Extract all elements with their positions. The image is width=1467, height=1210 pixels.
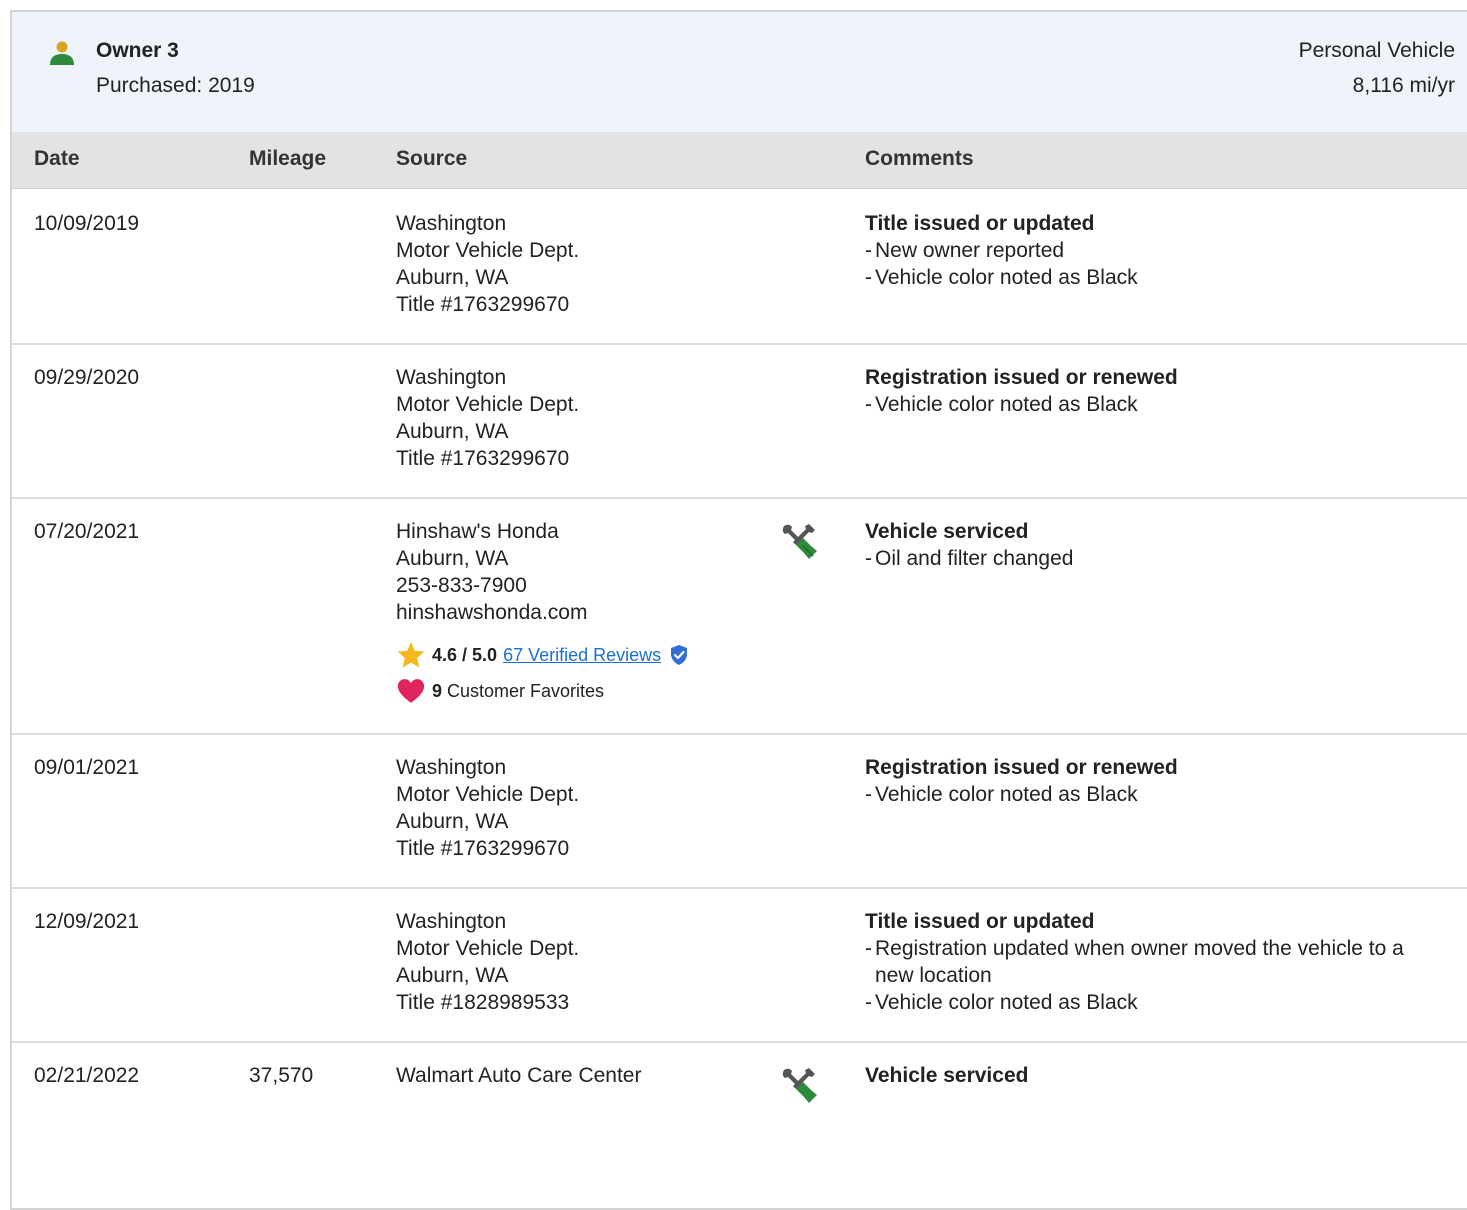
comment-title: Vehicle serviced xyxy=(865,520,1029,543)
table-row: 09/01/2021 Washington Motor Vehicle Dept… xyxy=(12,733,1467,889)
heart-icon xyxy=(397,679,425,703)
comment-item: - New owner reported xyxy=(865,239,1065,262)
comment-title: Vehicle serviced xyxy=(865,1064,1029,1087)
comment-title: Title issued or updated xyxy=(865,212,1095,235)
source-line: Title #1763299670 xyxy=(396,293,570,316)
owner-usage-type: Personal Vehicle xyxy=(1298,39,1455,62)
source-line: Title #1828989533 xyxy=(396,991,570,1014)
record-date: 12/09/2021 xyxy=(34,910,140,933)
record-comments: Title issued or updated - Registration up… xyxy=(865,908,1445,1016)
comment-item: - Vehicle color noted as Black xyxy=(865,991,1138,1014)
record-comments: Vehicle serviced xyxy=(865,1062,1465,1089)
source-line: Motor Vehicle Dept. xyxy=(396,239,580,262)
source-line: Washington xyxy=(396,756,507,779)
source-line: Motor Vehicle Dept. xyxy=(396,937,580,960)
verified-reviews-link[interactable]: 67 Verified Reviews xyxy=(503,642,661,669)
comment-title: Registration issued or renewed xyxy=(865,756,1178,779)
table-row: 10/09/2019 Washington Motor Vehicle Dept… xyxy=(12,189,1467,345)
source-line: Auburn, WA xyxy=(396,964,509,987)
record-source: Walmart Auto Care Center xyxy=(396,1062,756,1089)
source-line: Auburn, WA xyxy=(396,547,509,570)
record-source: Washington Motor Vehicle Dept. Auburn, W… xyxy=(396,908,756,1016)
column-header-mileage: Mileage xyxy=(249,147,327,170)
comment-item: - Registration updated when owner moved t… xyxy=(865,937,1404,987)
table-row: 09/29/2020 Washington Motor Vehicle Dept… xyxy=(12,343,1467,499)
record-comments: Title issued or updated - New owner repor… xyxy=(865,210,1465,291)
table-row: 02/21/2022 37,570 Walmart Auto Care Cent… xyxy=(12,1041,1467,1195)
comment-item: - Oil and filter changed xyxy=(865,547,1074,570)
source-line: 253-833-7900 xyxy=(396,574,527,597)
customer-favorites: 9 Customer Favorites xyxy=(396,676,756,706)
record-source: Hinshaw's Honda Auburn, WA 253-833-7900 … xyxy=(396,518,756,706)
source-line: Washington xyxy=(396,910,507,933)
comment-item: - Vehicle color noted as Black xyxy=(865,266,1138,289)
source-line: Auburn, WA xyxy=(396,420,509,443)
dealer-rating: 4.6 / 5.0 67 Verified Reviews xyxy=(396,640,756,670)
comment-item: - Vehicle color noted as Black xyxy=(865,393,1138,416)
source-line: Washington xyxy=(396,366,507,389)
star-icon xyxy=(397,641,425,668)
favorites-label: Customer Favorites xyxy=(447,680,605,701)
record-date: 09/01/2021 xyxy=(34,756,140,779)
favorites-count: 9 xyxy=(432,680,443,701)
record-mileage: 37,570 xyxy=(249,1064,314,1087)
owner-purchased-year: Purchased: 2019 xyxy=(96,74,255,97)
service-tools-icon xyxy=(782,524,817,559)
source-line: Motor Vehicle Dept. xyxy=(396,393,580,416)
comment-title: Title issued or updated xyxy=(865,910,1095,933)
record-date: 09/29/2020 xyxy=(34,366,140,389)
owner-name: Owner 3 xyxy=(96,39,179,62)
column-header-comments: Comments xyxy=(865,147,974,170)
record-date: 10/09/2019 xyxy=(34,212,140,235)
record-source: Washington Motor Vehicle Dept. Auburn, W… xyxy=(396,210,756,318)
comment-title: Registration issued or renewed xyxy=(865,366,1178,389)
owner-mileage-rate: 8,116 mi/yr xyxy=(1352,74,1455,97)
source-line: Walmart Auto Care Center xyxy=(396,1064,642,1087)
table-row: 07/20/2021 Hinshaw's Honda Auburn, WA 25… xyxy=(12,497,1467,735)
source-line: Title #1763299670 xyxy=(396,837,570,860)
verified-shield-icon xyxy=(671,645,688,665)
source-line: Motor Vehicle Dept. xyxy=(396,783,580,806)
source-line: hinshawshonda.com xyxy=(396,601,588,624)
comment-item: - Vehicle color noted as Black xyxy=(865,783,1138,806)
record-date: 02/21/2022 xyxy=(34,1064,140,1087)
person-icon xyxy=(50,41,74,65)
record-comments: Registration issued or renewed - Vehicle … xyxy=(865,754,1465,808)
history-table-header: Date Mileage Source Comments xyxy=(12,132,1467,189)
service-tools-icon xyxy=(782,1068,817,1103)
source-line: Washington xyxy=(396,212,507,235)
source-line: Title #1763299670 xyxy=(396,447,570,470)
owner-header: Owner 3 Purchased: 2019 Personal Vehicle… xyxy=(12,12,1467,134)
column-header-source: Source xyxy=(396,147,468,170)
column-header-date: Date xyxy=(34,147,80,170)
source-line: Auburn, WA xyxy=(396,266,509,289)
source-line: Auburn, WA xyxy=(396,810,509,833)
record-source: Washington Motor Vehicle Dept. Auburn, W… xyxy=(396,754,756,862)
record-comments: Vehicle serviced - Oil and filter changed xyxy=(865,518,1465,572)
record-source: Washington Motor Vehicle Dept. Auburn, W… xyxy=(396,364,756,472)
rating-value: 4.6 / 5.0 xyxy=(432,644,498,665)
owner-history-panel: Owner 3 Purchased: 2019 Personal Vehicle… xyxy=(10,10,1467,1210)
source-line: Hinshaw's Honda xyxy=(396,520,559,543)
record-date: 07/20/2021 xyxy=(34,520,140,543)
table-row: 12/09/2021 Washington Motor Vehicle Dept… xyxy=(12,887,1467,1043)
record-comments: Registration issued or renewed - Vehicle … xyxy=(865,364,1465,418)
